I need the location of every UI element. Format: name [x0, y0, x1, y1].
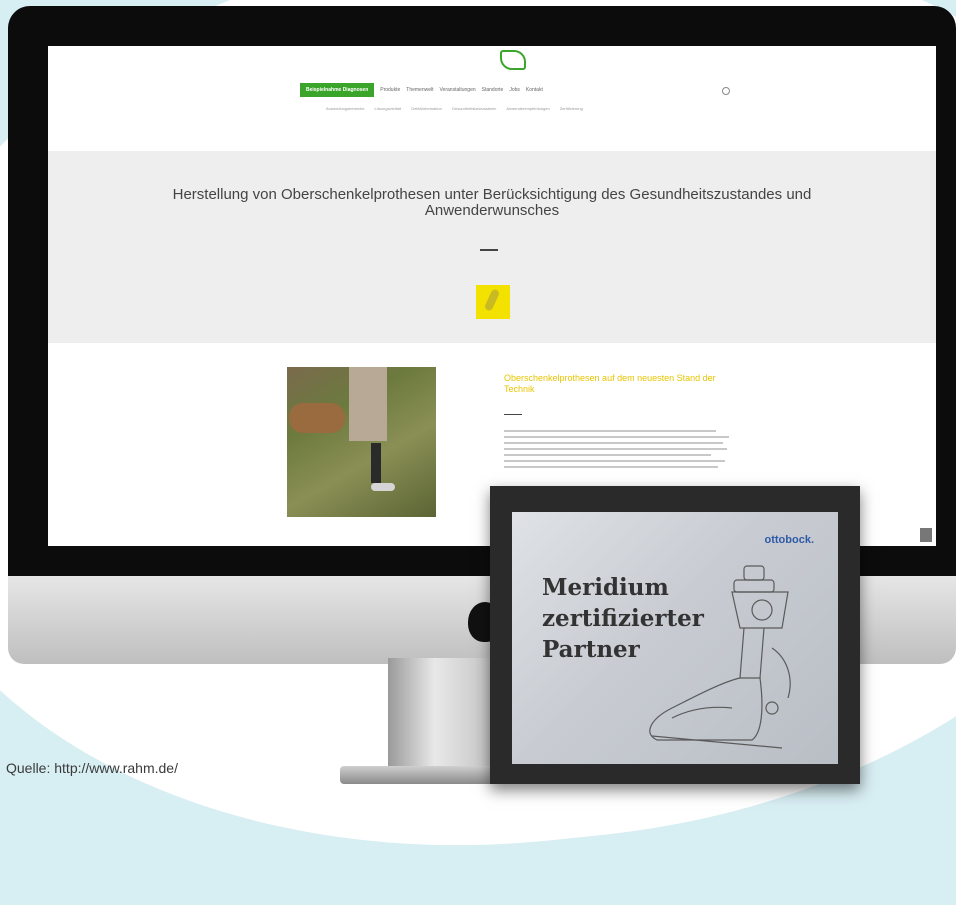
- certificate-line: Meridium: [542, 574, 669, 601]
- text-line: [504, 436, 730, 438]
- source-caption: Quelle: http://www.rahm.de/: [6, 760, 178, 776]
- photo-prosthesis: [371, 443, 381, 483]
- hero-title: Herstellung von Oberschenkelprothesen un…: [172, 186, 812, 219]
- subnav-item[interactable]: Lösungsvielfalt: [374, 106, 400, 111]
- quality-badge: [476, 285, 510, 319]
- search-icon[interactable]: [722, 87, 730, 95]
- text-line: [504, 448, 728, 450]
- subnav-item[interactable]: Anwenderempfehlungen: [506, 106, 549, 111]
- article-body: [504, 430, 734, 472]
- nav-item-beispielnahme[interactable]: Beispielnahme: [306, 87, 341, 93]
- leaf-icon: [483, 288, 501, 312]
- divider: [480, 249, 498, 251]
- subnav-item[interactable]: Anwendungsbereiche: [326, 106, 364, 111]
- subnav-item[interactable]: Gefäßinformation: [411, 106, 442, 111]
- photo-shoe: [371, 483, 395, 491]
- nav-item-themenwelt[interactable]: Themenwelt: [406, 87, 433, 93]
- certificate-line: zertifizierter: [542, 605, 704, 632]
- nav-item-jobs[interactable]: Jobs: [509, 87, 520, 93]
- article-title: Oberschenkelprothesen auf dem neuesten S…: [504, 373, 716, 394]
- site-logo[interactable]: [490, 50, 530, 74]
- sub-navigation: Anwendungsbereiche Lösungsvielfalt Gefäß…: [326, 106, 583, 111]
- subnav-item[interactable]: Gesundheitsbewusstsein: [452, 106, 496, 111]
- text-line: [504, 442, 723, 444]
- scroll-to-top-button[interactable]: [920, 528, 932, 542]
- website-screen: Beispielnahme Diagnosen Produkte Themenw…: [48, 46, 936, 546]
- photo-dog: [289, 403, 345, 433]
- text-line: [504, 454, 711, 456]
- text-line: [504, 460, 725, 462]
- nav-item-standorte[interactable]: Standorte: [482, 87, 504, 93]
- rahm-logo-icon: [500, 50, 526, 70]
- hero-section: Herstellung von Oberschenkelprothesen un…: [48, 151, 936, 343]
- photo-person-leg: [349, 367, 387, 441]
- nav-item-produkte[interactable]: Produkte: [380, 87, 400, 93]
- nav-item-diagnosen[interactable]: Diagnosen: [343, 87, 369, 93]
- nav-item-kontakt[interactable]: Kontakt: [526, 87, 543, 93]
- certificate-text: Meridium zertifizierter Partner: [542, 572, 742, 665]
- main-navigation: Beispielnahme Diagnosen Produkte Themenw…: [300, 83, 543, 97]
- certificate-line: Partner: [542, 636, 640, 663]
- nav-highlight[interactable]: Beispielnahme Diagnosen: [300, 83, 375, 97]
- subnav-item[interactable]: Zertifizierung: [560, 106, 583, 111]
- text-line: [504, 430, 716, 432]
- prosthesis-photo: [287, 367, 436, 517]
- certificate-panel: ottobock. Meridium zertifizierter Partne…: [512, 512, 838, 764]
- nav-item-veranstaltungen[interactable]: Veranstaltungen: [440, 87, 476, 93]
- ottobock-logo: ottobock.: [764, 534, 815, 546]
- divider: [504, 414, 522, 415]
- certificate-frame: ottobock. Meridium zertifizierter Partne…: [490, 486, 860, 784]
- text-line: [504, 466, 718, 468]
